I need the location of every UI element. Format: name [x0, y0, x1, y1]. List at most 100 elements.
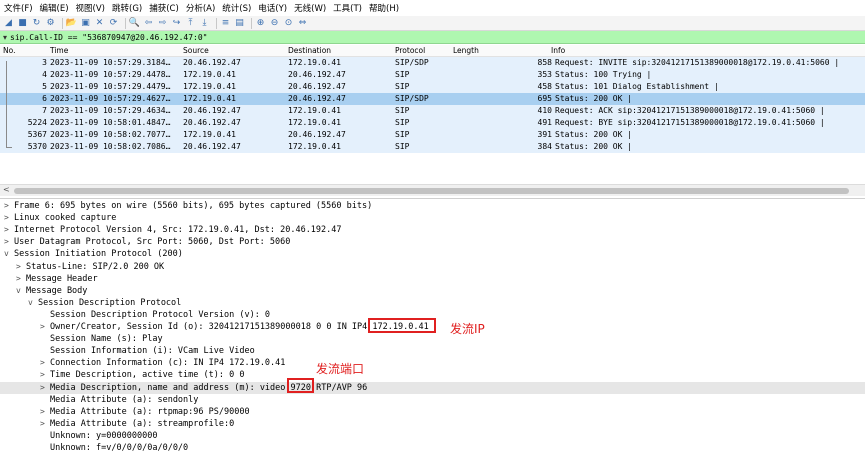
collapsed-arrow-icon[interactable]: > [4, 236, 14, 248]
expanded-arrow-icon[interactable]: v [28, 297, 38, 309]
detail-line[interactable]: > Media Attribute (a): streamprofile:0 [40, 418, 234, 430]
detail-line[interactable]: > Message Header [16, 273, 98, 285]
menu-item-4[interactable]: 捕获(C) [149, 2, 179, 14]
autoscroll-icon[interactable]: ≡ [220, 18, 231, 29]
zoom-in-icon[interactable]: ⊕ [255, 18, 266, 29]
menu-item-7[interactable]: 电话(Y) [258, 2, 287, 14]
scrollbar-thumb[interactable] [14, 188, 849, 194]
collapsed-arrow-icon[interactable]: > [16, 261, 26, 273]
back-icon[interactable]: ⇦ [143, 18, 154, 29]
detail-line[interactable]: Session Description Protocol Version (v)… [40, 309, 270, 321]
detail-line[interactable]: v Session Description Protocol [28, 297, 181, 309]
cell-time: 2023-11-09 10:57:29.4627… [50, 94, 171, 103]
detail-line[interactable]: v Message Body [16, 285, 87, 297]
collapsed-arrow-icon[interactable]: > [40, 418, 50, 430]
cell-no: 4 [42, 70, 47, 79]
collapsed-arrow-icon[interactable]: > [4, 224, 14, 236]
reload-icon[interactable]: ⟳ [108, 18, 119, 29]
normal-size-icon[interactable]: ⊙ [283, 18, 294, 29]
expanded-arrow-icon[interactable]: v [16, 285, 26, 297]
zoom-out-icon[interactable]: ⊖ [269, 18, 280, 29]
collapsed-arrow-icon[interactable]: > [40, 382, 50, 394]
packet-row[interactable]: 5367 2023-11-09 10:58:02.7077… 172.19.0.41… [0, 129, 865, 141]
menu-item-3[interactable]: 跳转(G) [112, 2, 142, 14]
open-icon[interactable]: 📂 [66, 18, 77, 29]
detail-line[interactable]: > Media Attribute (a): rtpmap:96 PS/90000 [40, 406, 250, 418]
find-icon[interactable]: 🔍 [129, 18, 140, 29]
collapsed-arrow-icon[interactable]: > [40, 357, 50, 369]
cell-source: 172.19.0.41 [183, 94, 236, 103]
display-filter-input[interactable]: sip.Call-ID == "536870947@20.46.192.47:0… [10, 33, 207, 42]
packet-row[interactable]: 6 2023-11-09 10:57:29.4627… 172.19.0.41 20.… [0, 93, 865, 105]
collapsed-arrow-icon[interactable]: > [40, 406, 50, 418]
menu-item-9[interactable]: 工具(T) [333, 2, 362, 14]
display-filter-bar[interactable]: ▾ sip.Call-ID == "536870947@20.46.192.47… [0, 31, 865, 44]
scroll-left-icon[interactable]: < [3, 185, 10, 194]
packet-row[interactable]: 5370 2023-11-09 10:58:02.7086… 20.46.192.4… [0, 141, 865, 153]
detail-line[interactable]: Unknown: f=v/0/0/0/0a/0/0/0 [40, 442, 188, 453]
save-icon[interactable]: ▣ [80, 18, 91, 29]
cell-destination: 20.46.192.47 [288, 130, 346, 139]
menu-item-0[interactable]: 文件(F) [4, 2, 33, 14]
options-icon[interactable]: ⚙ [45, 18, 56, 29]
col-time[interactable]: Time [50, 46, 68, 55]
detail-line[interactable]: v Session Initiation Protocol (200) [4, 248, 183, 260]
collapsed-arrow-icon[interactable]: > [16, 273, 26, 285]
menu-item-8[interactable]: 无线(W) [294, 2, 326, 14]
detail-line[interactable]: > Media Description, name and address (m)… [0, 381, 865, 394]
packet-row[interactable]: 5 2023-11-09 10:57:29.4479… 172.19.0.41 20.… [0, 81, 865, 93]
stop-icon[interactable]: ■ [17, 18, 28, 29]
col-length[interactable]: Length [453, 46, 479, 55]
menu-bar: 文件(F) 编辑(E) 视图(V) 跳转(G) 捕获(C) 分析(A) 统计(S) 电话(Y)… [0, 0, 865, 16]
col-destination[interactable]: Destination [288, 46, 331, 55]
packet-list: 3 2023-11-09 10:57:29.3184… 20.46.192.47 17… [0, 57, 865, 153]
col-no[interactable]: No. [3, 46, 15, 55]
detail-line[interactable]: > Internet Protocol Version 4, Src: 172.1… [4, 224, 342, 236]
collapsed-arrow-icon[interactable]: > [4, 212, 14, 224]
col-info[interactable]: Info [551, 46, 565, 55]
forward-icon[interactable]: ⇨ [157, 18, 168, 29]
annotation-sender-port: 发流端口 [316, 362, 365, 376]
detail-line[interactable]: Session Name (s): Play [40, 333, 163, 345]
last-icon[interactable]: ⤓ [199, 18, 210, 29]
detail-line[interactable]: > Time Description, active time (t): 0 0 [40, 369, 244, 381]
detail-line[interactable]: > User Datagram Protocol, Src Port: 5060,… [4, 236, 290, 248]
packet-row[interactable]: 3 2023-11-09 10:57:29.3184… 20.46.192.47 17… [0, 57, 865, 69]
expanded-arrow-icon[interactable]: v [4, 248, 14, 260]
packet-row[interactable]: 4 2023-11-09 10:57:29.4478… 172.19.0.41 20.… [0, 69, 865, 81]
colorize-icon[interactable]: ▤ [234, 18, 245, 29]
cell-time: 2023-11-09 10:58:02.7086… [50, 142, 171, 151]
col-protocol[interactable]: Protocol [395, 46, 425, 55]
close-file-icon[interactable]: ✕ [94, 18, 105, 29]
collapsed-arrow-icon[interactable]: > [4, 200, 14, 212]
packet-row[interactable]: 7 2023-11-09 10:57:29.4634… 20.46.192.47 17… [0, 105, 865, 117]
menu-item-2[interactable]: 视图(V) [76, 2, 105, 14]
horizontal-scrollbar[interactable]: < [0, 184, 865, 196]
detail-text: Linux cooked capture [14, 213, 117, 224]
detail-line[interactable]: > Frame 6: 695 bytes on wire (5560 bits),… [4, 200, 372, 212]
col-source[interactable]: Source [183, 46, 209, 55]
bookmark-icon[interactable]: ▾ [0, 33, 10, 42]
cell-no: 7 [42, 106, 47, 115]
collapsed-arrow-icon[interactable]: > [40, 369, 50, 381]
menu-item-6[interactable]: 统计(S) [222, 2, 251, 14]
detail-line[interactable]: > Status-Line: SIP/2.0 200 OK [16, 261, 164, 273]
menu-item-5[interactable]: 分析(A) [186, 2, 215, 14]
resize-columns-icon[interactable]: ⇔ [297, 18, 308, 29]
detail-text: Media Attribute (a): rtpmap:96 PS/90000 [50, 406, 250, 417]
detail-line[interactable]: Session Information (i): VCam Live Video [40, 345, 255, 357]
detail-line[interactable]: Media Attribute (a): sendonly [40, 394, 198, 406]
detail-text: Session Description Protocol Version (v)… [50, 309, 271, 320]
detail-line[interactable]: > Connection Information (c): IN IP4 172.… [40, 357, 285, 369]
detail-line[interactable]: > Linux cooked capture [4, 212, 116, 224]
go-to-icon[interactable]: ↪ [171, 18, 182, 29]
first-icon[interactable]: ⤒ [185, 18, 196, 29]
cell-destination: 172.19.0.41 [288, 118, 341, 127]
packet-row[interactable]: 5224 2023-11-09 10:58:01.4847… 20.46.192.4… [0, 117, 865, 129]
detail-line[interactable]: Unknown: y=0000000000 [40, 430, 157, 442]
menu-item-10[interactable]: 帮助(H) [369, 2, 399, 14]
collapsed-arrow-icon[interactable]: > [40, 321, 50, 333]
menu-item-1[interactable]: 编辑(E) [40, 2, 69, 14]
shark-fin-icon[interactable]: ◢ [3, 18, 14, 29]
restart-icon[interactable]: ↻ [31, 18, 42, 29]
